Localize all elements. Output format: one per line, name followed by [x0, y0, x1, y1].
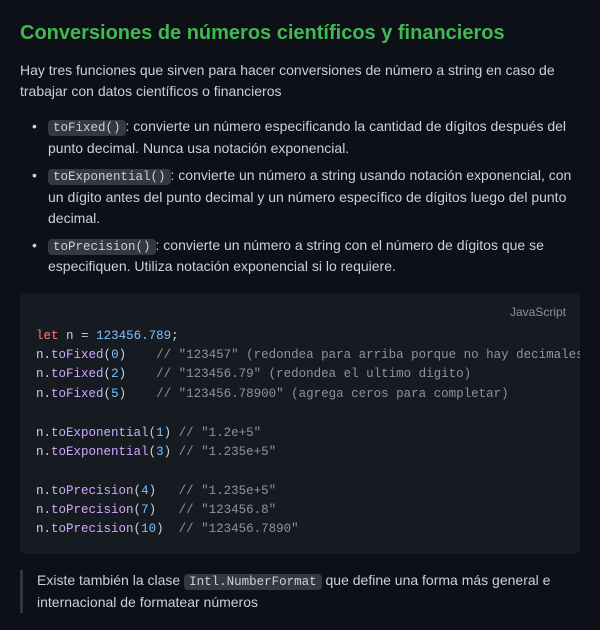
code-inline: toFixed() — [48, 120, 126, 136]
note-blockquote: Existe también la clase Intl.NumberForma… — [20, 570, 580, 613]
number-literal: 123456.789 — [96, 329, 171, 343]
code-inline: toPrecision() — [48, 239, 156, 255]
intro-text: Hay tres funciones que sirven para hacer… — [20, 60, 580, 102]
list-item: toExponential(): convierte un número a s… — [40, 165, 580, 229]
code-inline: Intl.NumberFormat — [184, 574, 322, 590]
code-block: JavaScriptlet n = 123456.789; n.toFixed(… — [20, 293, 580, 554]
list-item: toPrecision(): convierte un número a str… — [40, 235, 580, 278]
section-heading: Conversiones de números científicos y fi… — [20, 18, 580, 48]
comment: // "1.235e+5" — [179, 484, 277, 498]
comment: // "123456.78900" (agrega ceros para com… — [156, 387, 509, 401]
comment: // "123456.7890" — [179, 522, 299, 536]
fn-toPrecision: toPrecision — [51, 484, 134, 498]
fn-toFixed: toFixed — [51, 348, 104, 362]
comment: // "1.2e+5" — [179, 426, 262, 440]
code-inline: toExponential() — [48, 169, 171, 185]
comment: // "1.235e+5" — [179, 445, 277, 459]
function-list: toFixed(): convierte un número especific… — [20, 116, 580, 277]
comment: // "123456.8" — [179, 503, 277, 517]
comment: // "123456.79" (redondea el ultimo digit… — [156, 367, 471, 381]
note-text-before: Existe también la clase — [37, 572, 184, 588]
code-language-label: JavaScript — [510, 303, 566, 322]
list-item-text: : convierte un número especificando la c… — [48, 118, 566, 156]
keyword-let: let — [36, 329, 59, 343]
list-item: toFixed(): convierte un número especific… — [40, 116, 580, 159]
fn-toExponential: toExponential — [51, 426, 149, 440]
var-n: n — [66, 329, 74, 343]
comment: // "123457" (redondea para arriba porque… — [156, 348, 580, 362]
